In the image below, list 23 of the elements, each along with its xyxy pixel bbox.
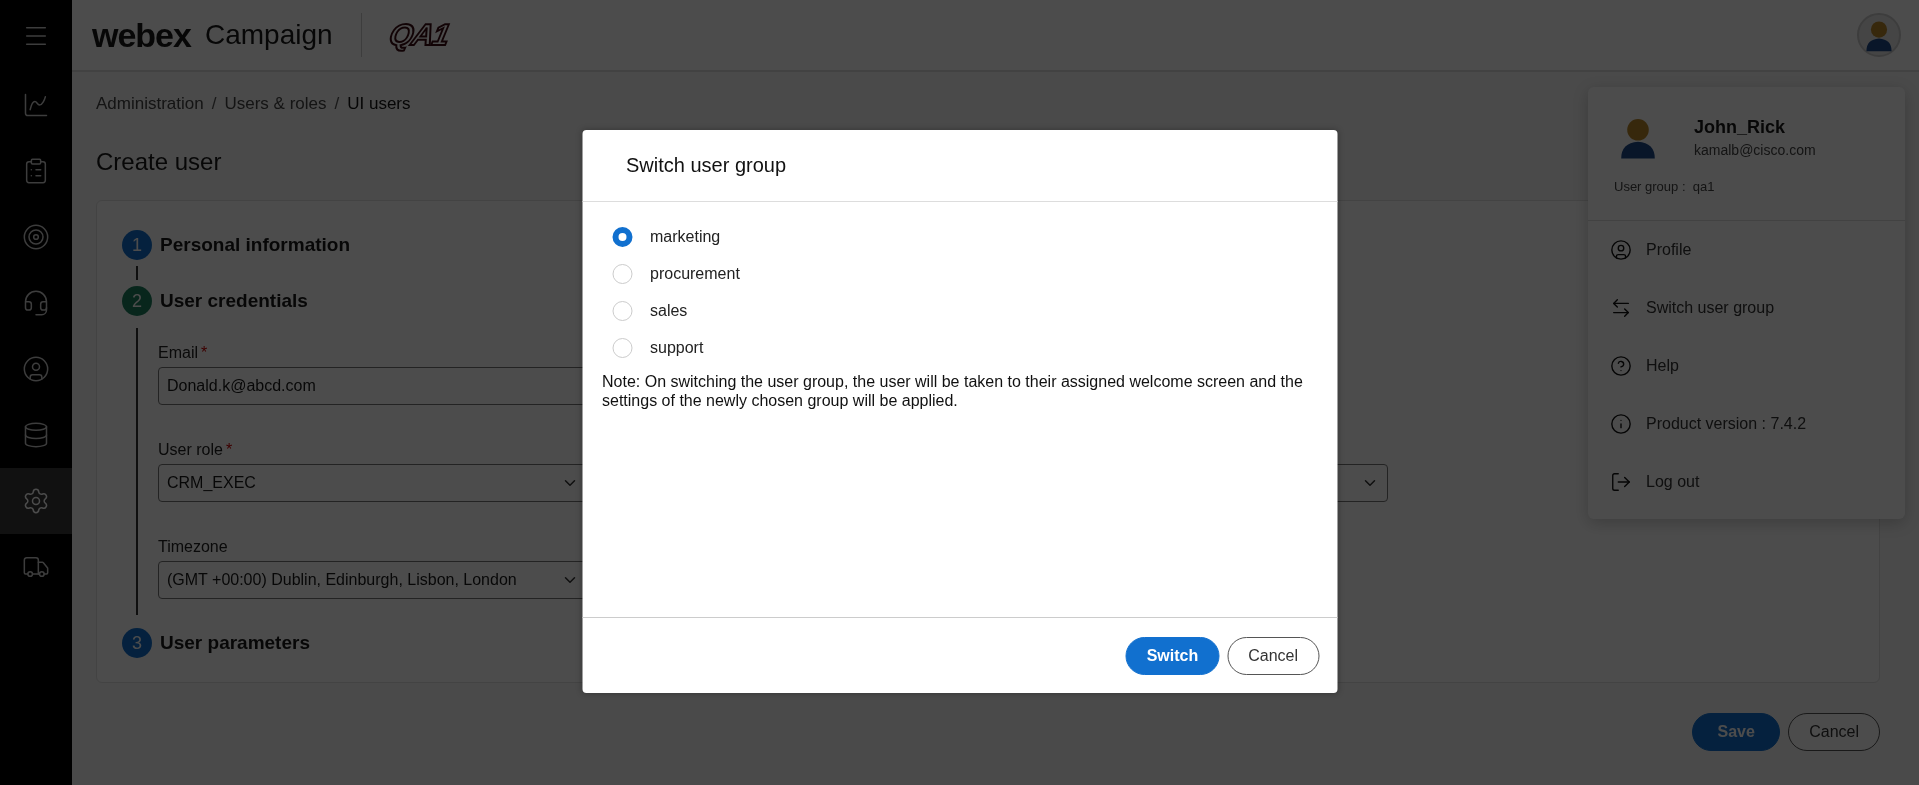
- field-label: User role *: [158, 441, 234, 459]
- radio-option[interactable]: sales: [602, 292, 688, 329]
- radio-button[interactable]: [612, 226, 632, 247]
- step-title: User credentials: [160, 290, 308, 312]
- cancel-button[interactable]: Cancel: [1227, 636, 1319, 675]
- breadcrumb-separator: /: [211, 94, 217, 114]
- field-label: Timezone: [158, 538, 229, 556]
- page-title: Create user: [96, 148, 222, 176]
- step-title: User parameters: [160, 632, 310, 654]
- breadcrumb-separator: /: [334, 94, 340, 114]
- environment-logo: QA1: [386, 18, 452, 52]
- user-name: John_Rick: [1694, 116, 1787, 138]
- radio-option[interactable]: procurement: [602, 255, 740, 292]
- brand-logo: webex: [92, 15, 191, 55]
- radio-option[interactable]: support: [602, 329, 704, 366]
- dialog-note: Note: On switching the user group, the user will be taken to their assigned welcome screen and the settings of the newly chosen group will be applied.: [602, 372, 1304, 411]
- switch-button[interactable]: Switch: [1125, 636, 1220, 675]
- field-label: Email *: [158, 344, 209, 362]
- product-name: Campaign: [204, 19, 333, 51]
- user-email: kamalb@cisco.com: [1694, 141, 1817, 158]
- radio-option[interactable]: marketing: [602, 218, 721, 255]
- dialog-title: Switch user group: [626, 154, 787, 177]
- step-title: Personal information: [160, 234, 351, 256]
